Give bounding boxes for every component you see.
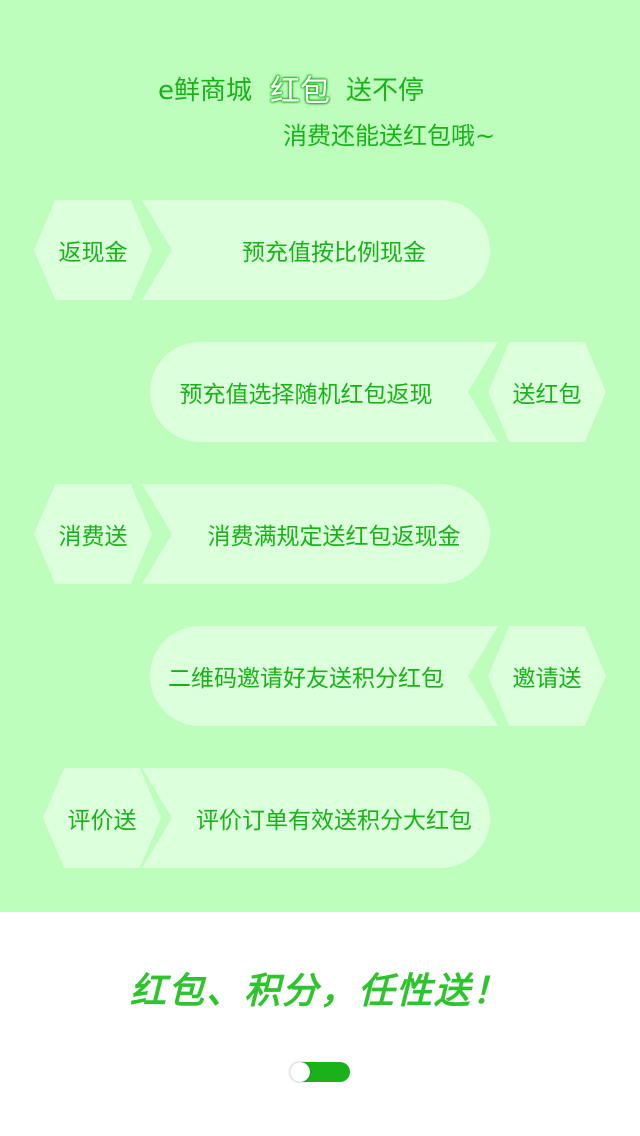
- card-cashback[interactable]: 预充值按比例现金: [142, 200, 490, 300]
- brand-name: e鲜商城: [158, 75, 252, 106]
- highlight-word: 红包: [270, 74, 330, 109]
- page-toggle[interactable]: [290, 1062, 350, 1082]
- header-title: e鲜商城 红包 送不停: [158, 66, 424, 110]
- card-consume[interactable]: 消费满规定送红包返现金: [142, 484, 490, 584]
- card-review[interactable]: 评价订单有效送积分大红包: [142, 768, 490, 868]
- badge-consume[interactable]: 消费送: [34, 484, 152, 584]
- slogan: 红包、积分，任性送！: [129, 971, 510, 1012]
- badge-send-redpacket[interactable]: 送红包: [488, 342, 606, 442]
- card-invite[interactable]: 二维码邀请好友送积分红包: [150, 626, 498, 726]
- promo-panel: e鲜商城 红包 送不停 消费还能送红包哦~ 返现金 预充值按比例现金 预充值选择…: [0, 0, 640, 912]
- badge-cashback[interactable]: 返现金: [34, 200, 152, 300]
- card-send-redpacket[interactable]: 预充值选择随机红包返现: [150, 342, 498, 442]
- toggle-knob[interactable]: [290, 1062, 310, 1082]
- badge-review[interactable]: 评价送: [43, 768, 161, 868]
- header-subtitle: 消费还能送红包哦~: [283, 122, 496, 150]
- badge-invite[interactable]: 邀请送: [488, 626, 606, 726]
- tagline: 送不停: [346, 75, 425, 106]
